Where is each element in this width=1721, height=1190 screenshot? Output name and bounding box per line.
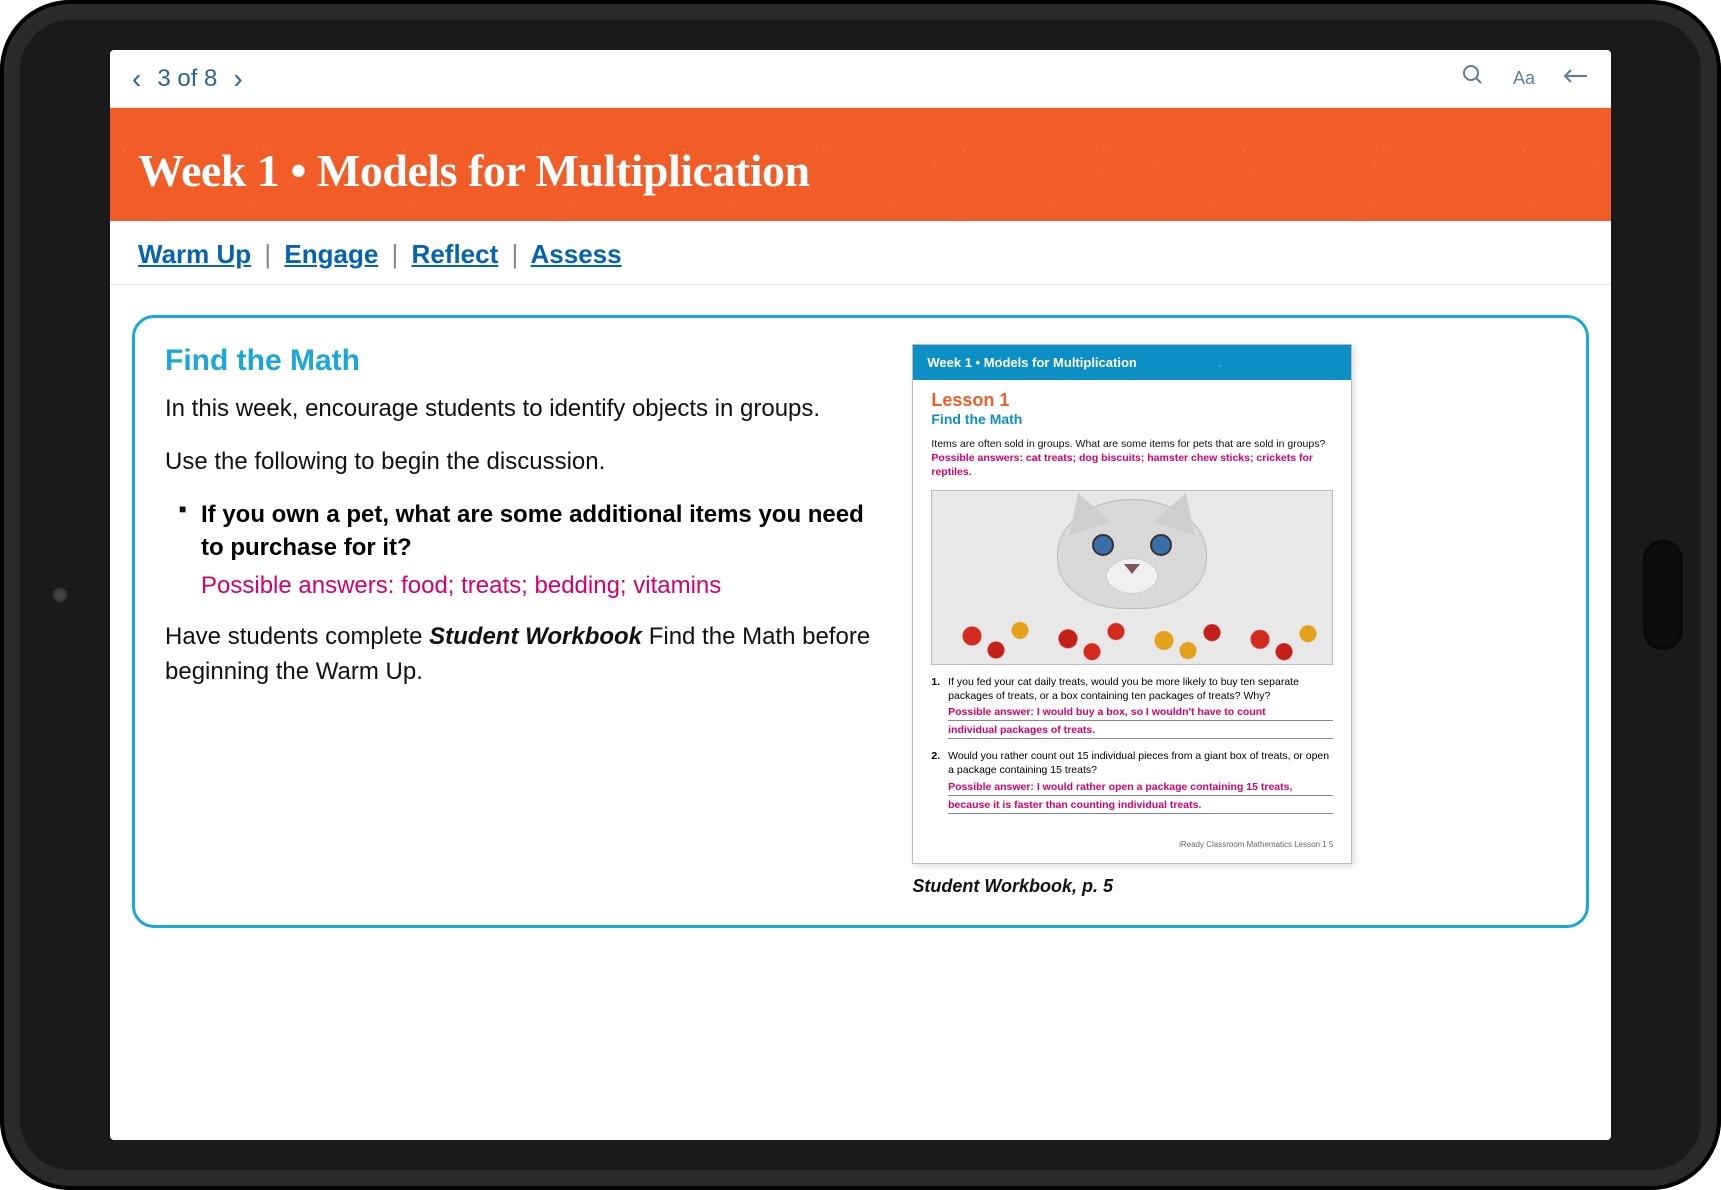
prev-page-button[interactable]: ‹ [132, 63, 141, 95]
camera-icon [52, 587, 68, 603]
next-page-button[interactable]: › [233, 63, 242, 95]
workbook-intro: Items are often sold in groups. What are… [931, 437, 1333, 480]
section-nav: Warm Up | Engage | Reflect | Assess [110, 221, 1611, 285]
tablet-frame: ‹ 3 of 8 › Aa Week 1 • Models for Multip… [0, 0, 1721, 1190]
paragraph: In this week, encourage students to iden… [165, 392, 876, 427]
discussion-answer: Possible answers: food; treats; bedding;… [201, 569, 876, 603]
nav-separator: | [392, 239, 399, 269]
nav-assess[interactable]: Assess [531, 239, 622, 269]
workbook-caption: Student Workbook, p. 5 [912, 876, 1352, 897]
paragraph: Have students complete Student Workbook … [165, 620, 876, 690]
lesson-card: Find the Math In this week, encourage st… [132, 315, 1589, 928]
topbar: ‹ 3 of 8 › Aa [110, 50, 1611, 108]
kibble-icon [932, 608, 1332, 664]
home-button[interactable] [1643, 540, 1683, 650]
paragraph: Use the following to begin the discussio… [165, 445, 876, 480]
workbook-image [931, 490, 1333, 665]
workbook-lesson-title: Find the Math [931, 411, 1333, 427]
content-area: Find the Math In this week, encourage st… [110, 285, 1611, 958]
nav-separator: | [264, 239, 271, 269]
nav-reflect[interactable]: Reflect [412, 239, 499, 269]
search-icon[interactable] [1461, 63, 1485, 94]
lesson-text-column: Find the Math In this week, encourage st… [165, 344, 876, 708]
workbook-page-preview[interactable]: Week 1 • Models for Multiplication Lesso… [912, 344, 1352, 864]
section-heading: Find the Math [165, 344, 876, 378]
page-banner: Week 1 • Models for Multiplication [110, 108, 1611, 221]
workbook-ref: Student Workbook [429, 623, 642, 650]
nav-engage[interactable]: Engage [284, 239, 378, 269]
workbook-banner: Week 1 • Models for Multiplication [913, 345, 1351, 380]
page-indicator: 3 of 8 [157, 65, 217, 93]
font-size-button[interactable]: Aa [1513, 68, 1535, 89]
discussion-bullet: If you own a pet, what are some addition… [179, 498, 876, 603]
workbook-preview-column: Week 1 • Models for Multiplication Lesso… [912, 344, 1556, 897]
back-arrow-icon[interactable] [1563, 65, 1589, 93]
workbook-footer: iReady Classroom Mathematics Lesson 1 5 [913, 834, 1351, 849]
screen: ‹ 3 of 8 › Aa Week 1 • Models for Multip… [110, 50, 1611, 1140]
workbook-lesson-number: Lesson 1 [931, 390, 1333, 411]
workbook-question: 2. Would you rather count out 15 individ… [931, 749, 1333, 814]
page-title: Week 1 • Models for Multiplication [138, 144, 1583, 197]
cat-icon [1042, 499, 1222, 619]
nav-warm-up[interactable]: Warm Up [138, 239, 251, 269]
workbook-question: 1. If you fed your cat daily treats, wou… [931, 675, 1333, 740]
nav-separator: | [511, 239, 518, 269]
discussion-question: If you own a pet, what are some addition… [201, 498, 876, 565]
